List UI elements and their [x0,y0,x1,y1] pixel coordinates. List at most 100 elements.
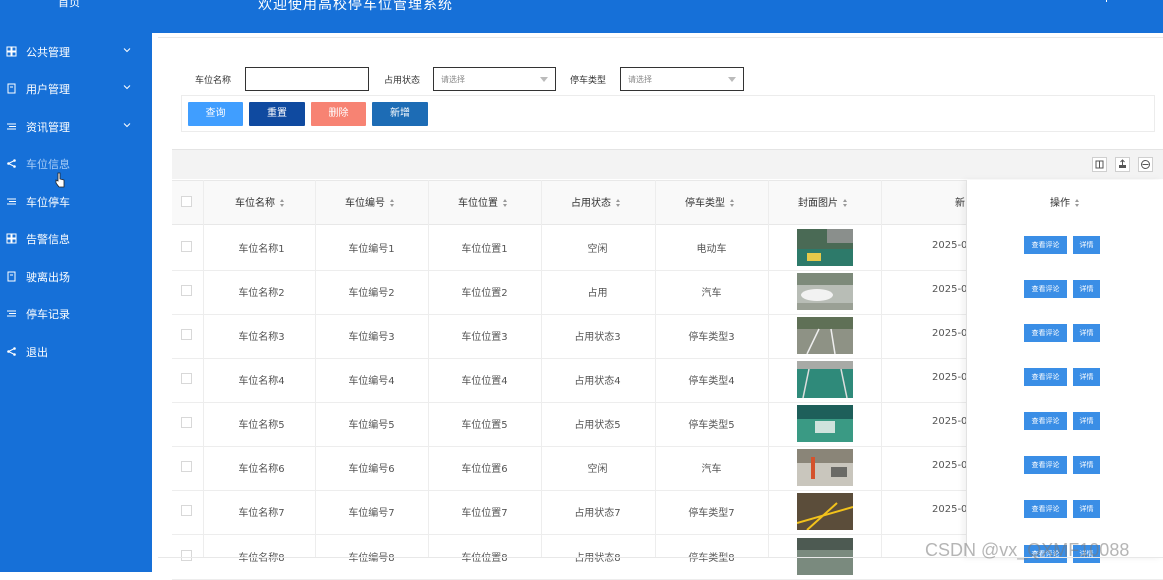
detail-button[interactable]: 详情 [1073,368,1100,386]
grid-icon [5,232,17,244]
sidebar-item-label: 停车记录 [26,308,70,321]
cell-code: 车位编号5 [348,420,395,431]
sort-icon[interactable] [843,199,848,207]
list-icon [5,307,17,319]
sort-icon[interactable] [390,199,395,207]
cell-type: 停车类型7 [688,508,735,519]
row-checkbox[interactable] [181,417,192,428]
detail-button[interactable]: 详情 [1073,236,1100,254]
cover-image [797,449,853,486]
sidebar-item-label: 用户管理 [26,83,70,96]
columns-icon[interactable] [1092,157,1107,172]
row-checkbox[interactable] [181,373,192,384]
row-checkbox[interactable] [181,461,192,472]
cell-code: 车位编号2 [348,288,395,299]
column-divider [315,180,316,558]
cover-image [797,493,853,530]
user-menu-icon[interactable] [1101,0,1107,2]
sidebar-item-label: 驶离出场 [26,271,70,284]
detail-button[interactable]: 详情 [1073,324,1100,342]
watermark: CSDN @vx_QXMF10088 [925,540,1130,560]
print-icon[interactable] [1138,157,1153,172]
column-header-status: 占用状态 [571,194,621,209]
cell-code: 车位编号6 [348,464,395,475]
row-checkbox[interactable] [181,241,192,252]
export-icon[interactable] [1115,157,1130,172]
column-divider [881,180,882,558]
share-icon [5,157,17,169]
sidebar-item-8[interactable]: 停车记录 [0,301,152,327]
chevron-down-icon [540,77,548,82]
cover-image [797,273,853,310]
sort-icon[interactable] [503,199,508,207]
cell-status: 占用状态4 [574,376,621,387]
cell-type: 电动车 [696,244,727,255]
sidebar-item-3[interactable]: 资讯管理 [0,114,152,140]
status-select[interactable]: 请选择 [433,67,556,91]
cover-image [797,405,853,442]
view-reviews-button[interactable]: 查看评论 [1024,456,1067,474]
cover-image [797,361,853,398]
query-button[interactable]: 查询 [188,102,243,126]
view-reviews-button[interactable]: 查看评论 [1024,236,1067,254]
column-header-created: 新 [955,198,965,209]
sort-icon[interactable] [1075,199,1080,207]
cell-name: 车位名称7 [238,508,285,519]
column-divider [428,180,429,558]
home-link[interactable]: 首页 [58,0,80,10]
detail-button[interactable]: 详情 [1073,500,1100,518]
cell-name: 车位名称6 [238,464,285,475]
sidebar-item-6[interactable]: 告警信息 [0,226,152,252]
table-toolbar [172,149,1163,179]
sidebar-item-9[interactable]: 退出 [0,339,152,365]
sidebar-item-label: 公共管理 [26,46,70,59]
cell-status: 空闲 [587,464,608,475]
delete-button[interactable]: 删除 [311,102,366,126]
cell-status: 占用 [587,288,608,299]
select-all-checkbox[interactable] [181,196,192,207]
sidebar-item-7[interactable]: 驶离出场 [0,264,152,290]
pointer-cursor-icon [55,172,65,188]
filter-name-label: 车位名称 [195,76,232,86]
filter-status-label: 占用状态 [384,76,421,86]
column-header-code: 车位编号 [345,194,395,209]
sidebar-item-4[interactable]: 车位信息 [0,151,152,177]
column-divider [541,180,542,558]
sort-icon[interactable] [730,199,735,207]
cell-type: 汽车 [701,288,722,299]
row-checkbox[interactable] [181,505,192,516]
parking-name-input[interactable] [245,67,369,91]
cell-status: 占用状态7 [574,508,621,519]
sidebar-item-label: 车位停车 [26,196,70,209]
grid-icon [5,45,17,57]
sidebar-item-1[interactable]: 公共管理 [0,39,152,65]
book-icon [5,82,17,94]
cell-location: 车位位置2 [461,288,508,299]
sidebar-item-2[interactable]: 用户管理 [0,76,152,102]
detail-button[interactable]: 详情 [1073,456,1100,474]
top-header: 首页 欢迎使用高校停车位管理系统 [0,0,1163,33]
cell-type: 停车类型3 [688,332,735,343]
cell-location: 车位位置7 [461,508,508,519]
detail-button[interactable]: 详情 [1073,280,1100,298]
chevron-down-icon [122,45,134,57]
sidebar-item-label: 资讯管理 [26,121,70,134]
list-icon [5,120,17,132]
view-reviews-button[interactable]: 查看评论 [1024,368,1067,386]
view-reviews-button[interactable]: 查看评论 [1024,324,1067,342]
view-reviews-button[interactable]: 查看评论 [1024,412,1067,430]
sidebar-item-5[interactable]: 车位停车 [0,189,152,215]
detail-button[interactable]: 详情 [1073,412,1100,430]
type-select[interactable]: 请选择 [620,67,744,91]
row-checkbox[interactable] [181,285,192,296]
sort-icon[interactable] [616,199,621,207]
cell-status: 占用状态5 [574,420,621,431]
reset-button[interactable]: 重置 [249,102,305,126]
view-reviews-button[interactable]: 查看评论 [1024,280,1067,298]
sort-icon[interactable] [280,199,285,207]
row-checkbox[interactable] [181,550,192,561]
add-button[interactable]: 新增 [372,102,428,126]
cover-image [797,229,853,266]
view-reviews-button[interactable]: 查看评论 [1024,500,1067,518]
row-checkbox[interactable] [181,329,192,340]
